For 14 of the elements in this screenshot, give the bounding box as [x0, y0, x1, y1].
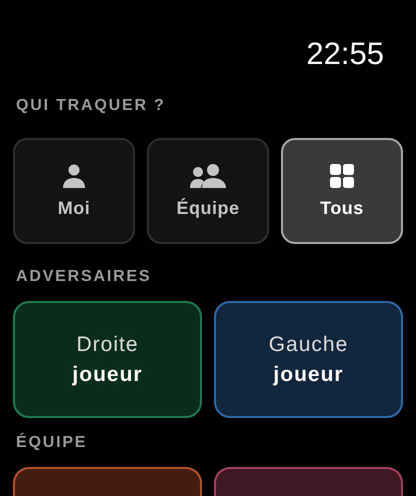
player-card[interactable]: [13, 467, 202, 496]
people-icon: [190, 164, 226, 188]
section-heading: QUI TRAQUER ?: [16, 96, 166, 116]
grid-icon: [330, 164, 354, 188]
player-card[interactable]: [214, 467, 403, 496]
target-option[interactable]: Tous: [281, 138, 403, 244]
person-icon: [63, 164, 85, 188]
section-heading: ÉQUIPE: [16, 433, 88, 453]
clock-time: 22:55: [306, 38, 384, 72]
target-option[interactable]: Moi: [13, 138, 135, 244]
target-option[interactable]: Équipe: [147, 138, 269, 244]
player-card[interactable]: Droite joueur: [13, 301, 202, 418]
player-card[interactable]: Gauche joueur: [214, 301, 403, 418]
section-heading: ADVERSAIRES: [16, 267, 152, 287]
